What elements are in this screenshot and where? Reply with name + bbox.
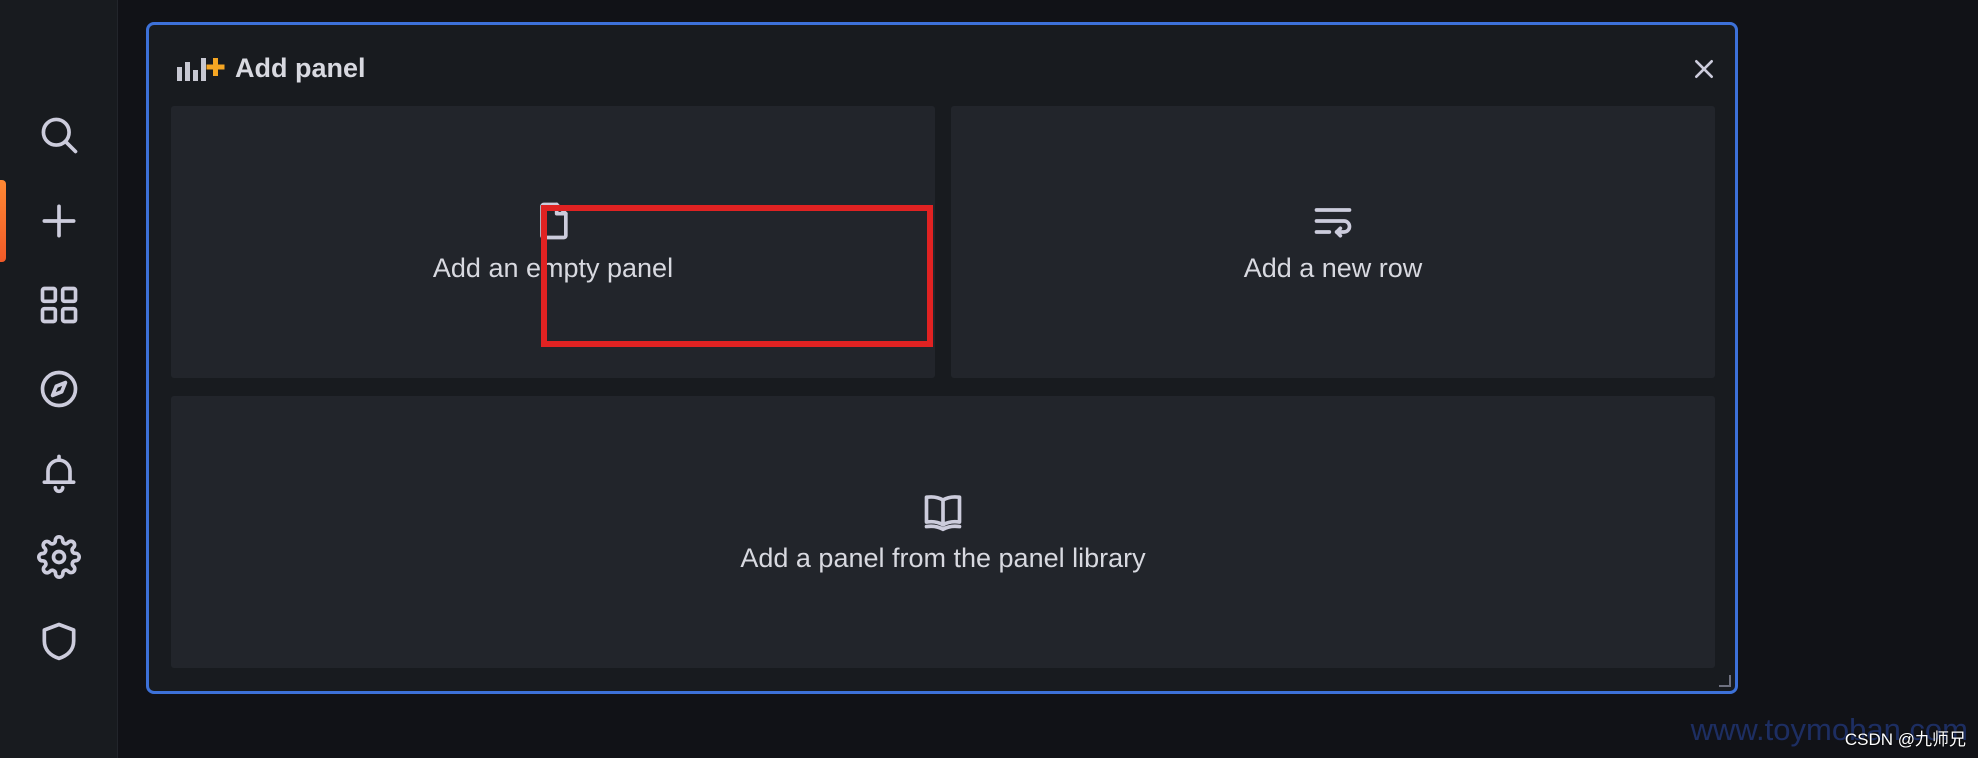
close-button[interactable] (1689, 54, 1719, 84)
wrap-text-icon (1314, 208, 1352, 238)
bell-icon (42, 454, 76, 494)
sidebar (0, 0, 118, 758)
book-icon (924, 495, 962, 532)
plus-icon (42, 204, 76, 238)
close-icon (1694, 59, 1714, 79)
nav-item-explore[interactable] (0, 354, 118, 424)
panel-title: Add panel (235, 53, 366, 83)
nav-item-server-admin[interactable] (0, 606, 118, 676)
add-library-panel-button[interactable]: Add a panel from the panel library (171, 396, 1715, 668)
add-library-panel-label: Add a panel from the panel library (740, 543, 1146, 573)
file-icon (540, 202, 568, 240)
resize-handle[interactable] (1719, 675, 1731, 687)
search-icon (41, 117, 78, 154)
add-empty-panel-button[interactable]: Add an empty panel (171, 106, 935, 378)
compass-icon (40, 370, 78, 408)
add-panel-widget: Add panel Add an empty panel Add a new r… (146, 22, 1738, 694)
shield-icon (42, 622, 76, 661)
add-new-row-label: Add a new row (1243, 253, 1423, 283)
nav-item-create[interactable] (0, 186, 118, 256)
nav-item-configuration[interactable] (0, 522, 118, 592)
gear-icon (37, 535, 81, 579)
nav-item-dashboards[interactable] (0, 270, 118, 340)
panel-header: Add panel (149, 25, 1735, 105)
add-new-row-button[interactable]: Add a new row (951, 106, 1715, 378)
add-empty-panel-label: Add an empty panel (432, 253, 674, 283)
add-panel-icon (177, 58, 225, 81)
nav-item-search[interactable] (0, 100, 118, 170)
nav-item-alerting[interactable] (0, 438, 118, 508)
apps-icon (40, 286, 78, 324)
watermark: CSDN @九师兄 (1844, 730, 1966, 749)
